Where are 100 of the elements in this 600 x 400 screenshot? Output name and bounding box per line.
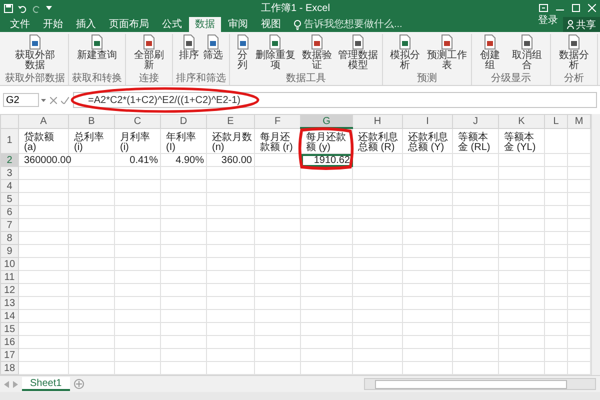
- ribbon-button[interactable]: 取消组合: [507, 34, 548, 73]
- ribbon-button[interactable]: 管理数据模型: [337, 34, 380, 73]
- column-header[interactable]: D: [160, 114, 206, 128]
- row-header[interactable]: 8: [0, 232, 18, 244]
- table-cell: 每月还款额 (r): [254, 128, 300, 154]
- table-cell: 还款月数 (n): [206, 128, 254, 154]
- sheet-tab[interactable]: Sheet1: [22, 377, 70, 391]
- ribbon-button[interactable]: 获取外部数据: [14, 34, 56, 73]
- caret-icon: [41, 98, 46, 102]
- table-cell: 等额本金 (YL): [498, 128, 544, 154]
- ribbon-tab[interactable]: 数据: [189, 17, 221, 32]
- ribbon-button[interactable]: 删除重复项: [254, 34, 296, 73]
- row-header[interactable]: 4: [0, 180, 18, 192]
- name-box[interactable]: G2: [3, 93, 39, 107]
- group-label: 连接: [138, 73, 160, 85]
- row-header[interactable]: 1: [0, 128, 18, 154]
- ribbon-button[interactable]: 创建组: [474, 34, 506, 73]
- table-cell: 360000.00: [18, 154, 68, 166]
- share-button[interactable]: 共享: [563, 17, 600, 32]
- ribbon-tab[interactable]: 文件: [4, 17, 36, 32]
- column-header[interactable]: M: [568, 114, 590, 128]
- ribbon-options-icon[interactable]: [539, 4, 548, 12]
- check-icon[interactable]: [61, 96, 69, 104]
- vertical-scrollbar[interactable]: [591, 114, 600, 375]
- column-header[interactable]: J: [452, 114, 498, 128]
- ribbon-button[interactable]: 新建查询: [76, 34, 118, 73]
- column-header[interactable]: E: [206, 114, 254, 128]
- column-header[interactable]: I: [402, 114, 452, 128]
- next-sheet-icon[interactable]: [13, 380, 18, 388]
- lightbulb-icon: [294, 20, 301, 30]
- row-header[interactable]: 3: [0, 166, 18, 180]
- maximize-icon[interactable]: [572, 4, 580, 12]
- previous-sheet-icon[interactable]: [4, 380, 9, 388]
- ribbon-tab[interactable]: 插入: [70, 17, 102, 32]
- row-header[interactable]: 14: [0, 310, 18, 322]
- selected-cell[interactable]: 1910.62: [300, 154, 352, 166]
- ribbon-button[interactable]: 数据分析: [554, 34, 594, 73]
- row-header[interactable]: 13: [0, 296, 18, 310]
- ribbon-tab[interactable]: 页面布局: [103, 17, 155, 32]
- group-label: 排序和筛选: [176, 73, 226, 85]
- row-header[interactable]: 7: [0, 218, 18, 232]
- horizontal-scrollbar[interactable]: [364, 378, 596, 390]
- table-cell: 还款利息总额 (R): [352, 128, 402, 154]
- row-header[interactable]: 11: [0, 270, 18, 284]
- ribbon-tab[interactable]: 审阅: [222, 17, 254, 32]
- column-header[interactable]: G: [300, 114, 352, 128]
- row-header[interactable]: 16: [0, 336, 18, 348]
- cancel-icon[interactable]: [50, 96, 57, 104]
- ribbon-tab[interactable]: 开始: [37, 17, 69, 32]
- column-header[interactable]: K: [498, 114, 544, 128]
- column-header[interactable]: B: [68, 114, 114, 128]
- row-header[interactable]: 9: [0, 244, 18, 258]
- group-label: 分级显示: [490, 73, 532, 85]
- table-cell: 还款利息总额 (Y): [402, 128, 452, 154]
- table-cell: 4.90%: [160, 154, 206, 166]
- ribbon-button[interactable]: 数据验证: [298, 34, 336, 73]
- table-cell: 月利率 (i): [114, 128, 160, 154]
- ribbon-button[interactable]: 排序: [178, 34, 200, 73]
- row-header[interactable]: 2: [0, 154, 18, 166]
- column-header[interactable]: F: [254, 114, 300, 128]
- row-header[interactable]: 17: [0, 348, 18, 362]
- group-label: 分析: [563, 73, 586, 85]
- ribbon-tab[interactable]: 公式: [156, 17, 188, 32]
- ribbon-tab[interactable]: 视图: [255, 17, 287, 32]
- row-header[interactable]: 12: [0, 284, 18, 296]
- group-label: 预测: [416, 73, 438, 85]
- person-icon: [567, 20, 574, 29]
- row-header[interactable]: 15: [0, 322, 18, 336]
- row-header[interactable]: 10: [0, 258, 18, 270]
- table-cell: 每月还款额 (y): [300, 128, 352, 154]
- table-cell: 0.41%: [114, 154, 160, 166]
- ribbon-button[interactable]: 分列: [232, 34, 252, 73]
- row-header[interactable]: 6: [0, 206, 18, 218]
- column-header[interactable]: H: [352, 114, 402, 128]
- table-cell: 等额本金 (RL): [452, 128, 498, 154]
- group-label: 获取外部数据: [5, 73, 65, 85]
- ribbon-button[interactable]: 预测工作表: [426, 34, 468, 73]
- row-header[interactable]: 18: [0, 362, 18, 374]
- undo-icon[interactable]: [18, 4, 27, 12]
- tell-me-field[interactable]: 告诉我您想要做什么...: [304, 19, 416, 30]
- add-sheet-icon[interactable]: [74, 379, 84, 389]
- ribbon-button[interactable]: 全部刷新: [129, 34, 169, 73]
- window-title: 工作簿1 - Excel: [260, 2, 331, 15]
- table-cell: 360.00: [206, 154, 254, 166]
- column-header[interactable]: A: [18, 114, 68, 128]
- table-cell: 总利率 (i): [68, 128, 114, 154]
- sign-in-link[interactable]: 登录: [534, 13, 562, 32]
- group-label: 获取和转换: [72, 73, 122, 85]
- row-header[interactable]: 5: [0, 192, 18, 206]
- dropdown-icon[interactable]: [46, 6, 52, 10]
- save-icon[interactable]: [4, 4, 13, 12]
- table-cell: 贷款额(a): [18, 128, 68, 154]
- close-icon[interactable]: [588, 4, 596, 12]
- ribbon-button[interactable]: 筛选: [202, 34, 224, 73]
- formula-field[interactable]: =A2*C2*(1+C2)^E2/((1+C2)^E2-1): [73, 92, 597, 108]
- redo-icon[interactable]: [32, 4, 41, 12]
- ribbon-button[interactable]: 模拟分析: [386, 34, 424, 73]
- column-header[interactable]: C: [114, 114, 160, 128]
- column-header[interactable]: L: [544, 114, 568, 128]
- table-cell: 年利率 (I): [160, 128, 206, 154]
